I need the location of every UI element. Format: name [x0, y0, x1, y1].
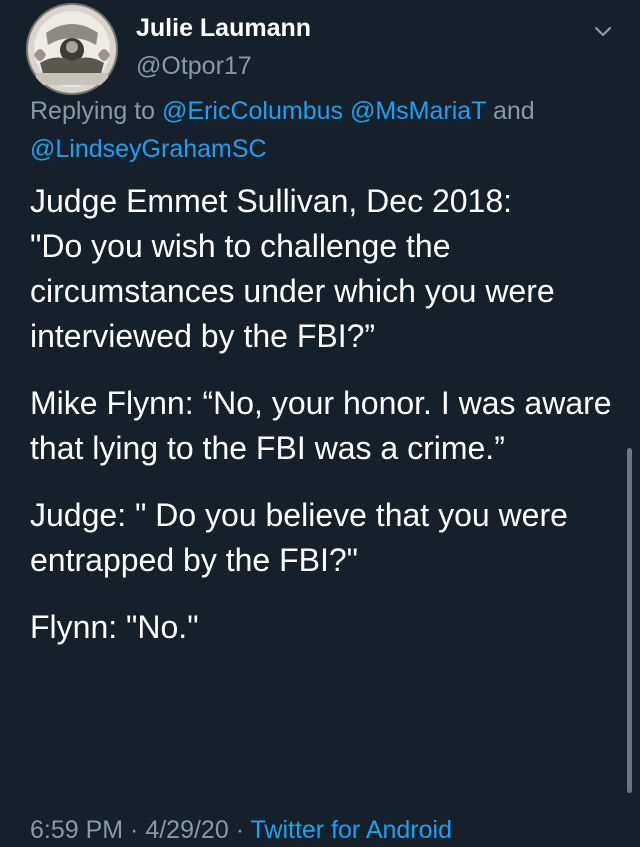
avatar[interactable]	[26, 3, 118, 95]
scrollbar[interactable]	[627, 448, 632, 793]
tweet-source-link[interactable]: Twitter for Android	[251, 816, 452, 844]
meta-separator: ·	[228, 816, 251, 844]
tweet-date[interactable]: 4/29/20	[145, 816, 228, 844]
reply-context: Replying to @EricColumbus @MsMariaT and …	[30, 92, 630, 168]
replying-connector: and	[486, 97, 535, 125]
meta-separator: ·	[123, 816, 146, 844]
mention-link[interactable]: @LindseyGrahamSC	[30, 135, 267, 163]
mention-link[interactable]: @MsMariaT	[350, 97, 486, 125]
tweet-time[interactable]: 6:59 PM	[30, 816, 123, 844]
mention-link[interactable]: @EricColumbus	[162, 97, 343, 125]
tweet-paragraph: Flynn: "No."	[30, 609, 199, 645]
chevron-down-icon[interactable]	[590, 20, 616, 42]
tweet-paragraph: Judge Emmet Sullivan, Dec 2018: "Do you …	[30, 183, 555, 354]
tweet-paragraph: Mike Flynn: “No, your honor. I was aware…	[30, 385, 612, 466]
tweet: Julie Laumann @Otpor17 Replying to @Eric…	[0, 0, 640, 846]
tweet-paragraph: Judge: " Do you believe that you were en…	[30, 497, 568, 578]
author-display-name[interactable]: Julie Laumann	[136, 12, 311, 44]
replying-prefix: Replying to	[30, 97, 163, 125]
tweet-text: Judge Emmet Sullivan, Dec 2018: "Do you …	[30, 179, 620, 672]
tweet-meta: 6:59 PM · 4/29/20 · Twitter for Android	[30, 813, 452, 847]
author-handle[interactable]: @Otpor17	[136, 50, 252, 82]
